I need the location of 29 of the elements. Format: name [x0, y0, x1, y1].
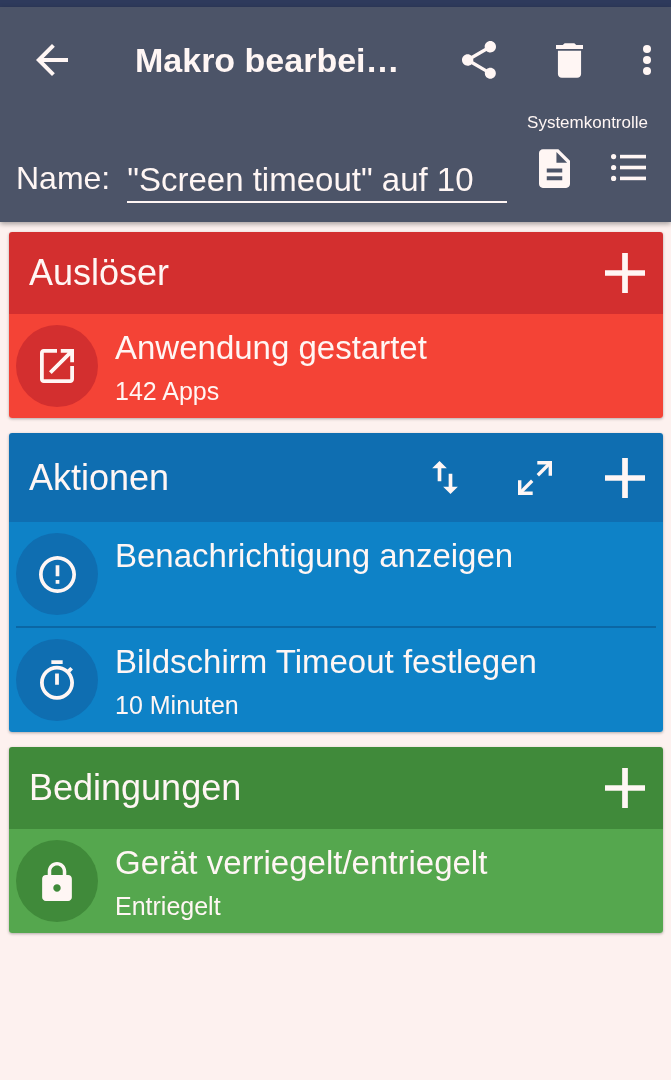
name-field[interactable]: "Screen timeout" auf 10 [127, 158, 508, 203]
item-subtitle: 10 Minuten [115, 690, 239, 720]
section-title: Aktionen [29, 455, 171, 500]
item-title: Benachrichtigung anzeigen [115, 537, 514, 575]
list-icon[interactable] [611, 154, 647, 181]
item-title: Bildschirm Timeout festlegen [115, 643, 537, 681]
up-down-arrows-icon[interactable] [432, 461, 458, 494]
plus-icon[interactable] [605, 768, 645, 808]
document-icon[interactable] [539, 149, 571, 188]
list-item[interactable]: Gerät verriegelt/entriegelt Entriegelt [9, 829, 663, 933]
plus-icon[interactable] [605, 457, 645, 498]
section-title: Bedingungen [29, 766, 243, 810]
trash-icon[interactable] [555, 42, 583, 78]
plus-icon[interactable] [605, 253, 645, 293]
list-item[interactable]: Benachrichtigung anzeigen [9, 522, 663, 626]
back-icon[interactable] [36, 44, 68, 76]
item-title: Anwendung gestartet [115, 329, 427, 367]
section-title: Auslöser [29, 251, 171, 295]
list-item[interactable]: Bildschirm Timeout festlegen 10 Minuten [9, 628, 663, 732]
share-icon[interactable] [462, 41, 496, 79]
name-label: Name: [16, 159, 111, 198]
list-item[interactable]: Anwendung gestartet 142 Apps [9, 314, 663, 418]
screen-title: Makro bearbei… [135, 40, 401, 81]
item-subtitle: 142 Apps [115, 376, 220, 406]
item-subtitle: Entriegelt [115, 891, 221, 921]
expand-icon[interactable] [518, 460, 552, 495]
item-title: Gerät verriegelt/entriegelt [115, 844, 488, 882]
category-label: Systemkontrolle [527, 113, 648, 133]
more-icon[interactable] [643, 45, 651, 75]
